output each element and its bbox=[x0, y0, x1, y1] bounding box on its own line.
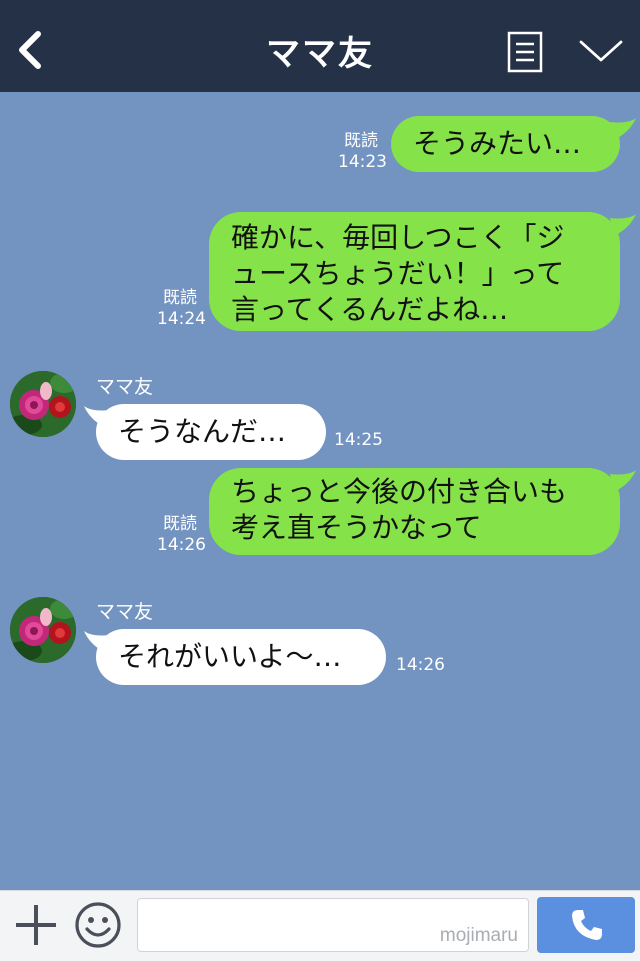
message-bubble-sent[interactable]: 確かに、毎回しつこく「ジ ュースちょうだい！」って 言ってくるんだよね… bbox=[209, 212, 620, 331]
emoji-icon[interactable] bbox=[74, 901, 122, 949]
sender-name: ママ友 bbox=[96, 601, 154, 623]
chevron-down-icon[interactable] bbox=[578, 36, 624, 66]
message-input[interactable]: mojimaru bbox=[137, 898, 529, 952]
message-time: 14:26 bbox=[396, 655, 445, 675]
input-bar: mojimaru bbox=[0, 890, 640, 961]
avatar[interactable] bbox=[10, 371, 76, 437]
message-time: 14:25 bbox=[334, 430, 383, 450]
rose-avatar-image bbox=[10, 597, 76, 663]
read-receipt: 既読 14:23 bbox=[338, 131, 387, 172]
read-receipt: 既読 14:24 bbox=[157, 288, 206, 329]
call-button[interactable] bbox=[537, 897, 635, 953]
plus-icon[interactable] bbox=[14, 903, 58, 947]
message-list[interactable]: 既読 14:23 そうみたい… 既読 14:24 確かに、毎回しつこく「ジ ュー… bbox=[0, 92, 640, 890]
rose-avatar-image bbox=[10, 371, 76, 437]
sender-name: ママ友 bbox=[96, 376, 154, 398]
message-bubble-received[interactable]: そうなんだ… bbox=[96, 404, 326, 460]
message-bubble-received[interactable]: それがいいよ〜… bbox=[96, 629, 386, 685]
notes-icon[interactable] bbox=[507, 31, 543, 73]
chat-header: ママ友 bbox=[0, 0, 640, 92]
message-bubble-sent[interactable]: そうみたい… bbox=[391, 116, 620, 172]
chat-title: ママ友 bbox=[266, 34, 374, 74]
phone-icon bbox=[572, 910, 602, 940]
avatar[interactable] bbox=[10, 597, 76, 663]
message-bubble-sent[interactable]: ちょっと今後の付き合いも 考え直そうかなって bbox=[209, 468, 620, 555]
watermark-text: mojimaru bbox=[439, 925, 518, 946]
read-receipt: 既読 14:26 bbox=[157, 514, 206, 555]
